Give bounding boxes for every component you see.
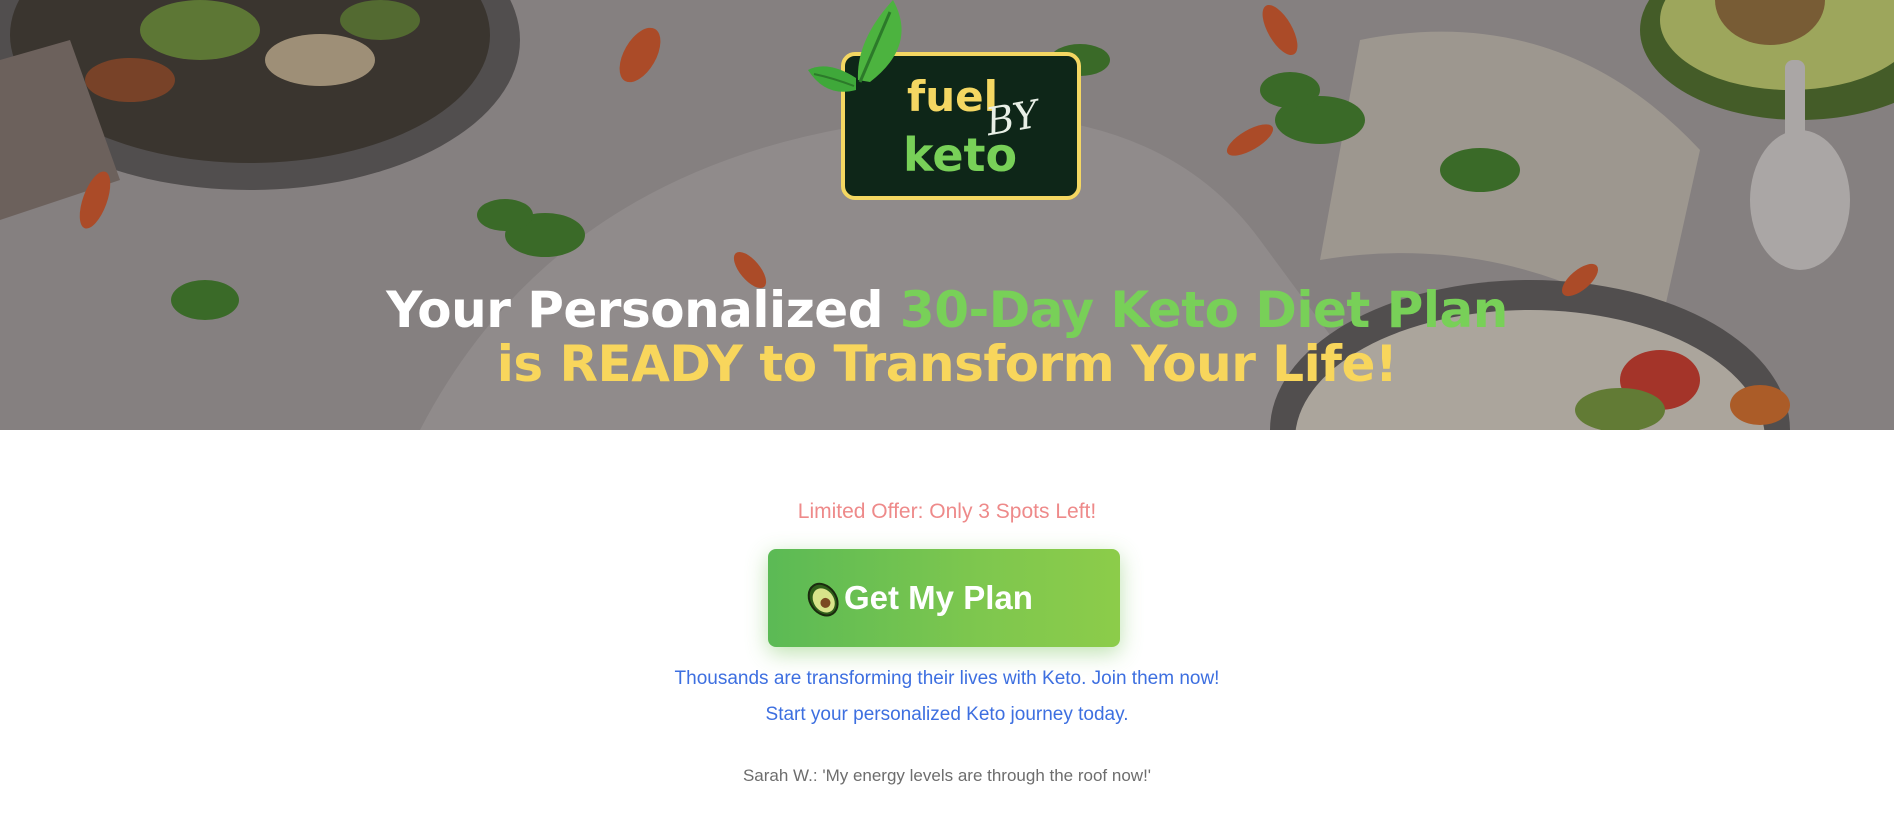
testimonial-text: Sarah W.: 'My energy levels are through … <box>742 766 1152 785</box>
headline-part-plan: 30-Day Keto Diet Plan <box>899 281 1508 339</box>
headline-part-personalized: Your Personalized <box>386 281 900 339</box>
headline-part-ready: is READY to Transform Your Life! <box>496 335 1398 393</box>
get-my-plan-button[interactable]: Get My Plan <box>768 549 1120 647</box>
brand-logo[interactable]: fuel BY keto <box>808 0 1084 205</box>
journey-line: Start your personalized Keto journey tod… <box>765 704 1129 725</box>
get-my-plan-label: Get My Plan <box>844 579 1033 616</box>
social-proof-line: Thousands are transforming their lives w… <box>674 668 1220 689</box>
hero-headline: Your Personalized 30-Day Keto Diet Plan … <box>0 283 1894 391</box>
hero-banner: fuel BY keto Your Personalized 30-Day Ke… <box>0 0 1894 430</box>
leaf-icon <box>808 0 902 92</box>
limited-offer-text: Limited Offer: Only 3 Spots Left! <box>797 500 1097 523</box>
avocado-icon <box>807 582 839 617</box>
logo-word-keto: keto <box>903 128 1018 182</box>
